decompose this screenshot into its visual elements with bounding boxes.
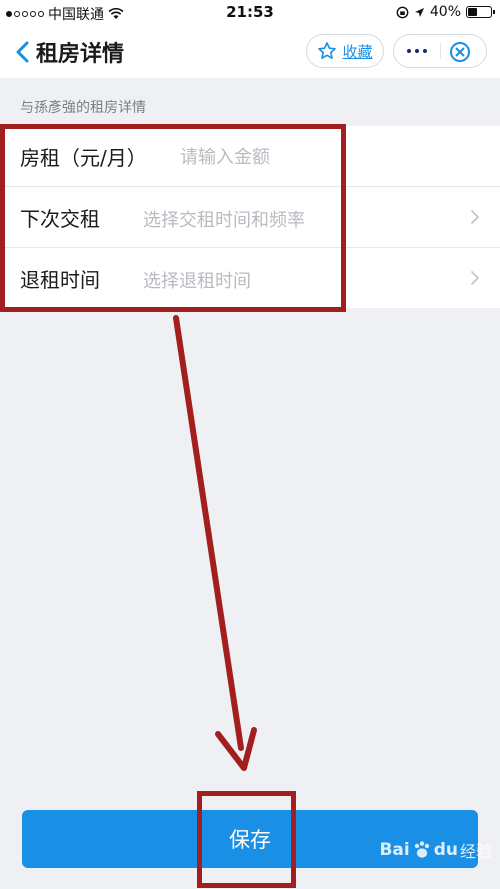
back-button[interactable]: 租房详情 <box>14 36 124 68</box>
star-outline-icon <box>318 42 337 59</box>
watermark-brand-mark: du <box>433 840 458 860</box>
next-payment-placeholder: 选择交租时间和频率 <box>143 210 305 231</box>
page-title: 租房详情 <box>36 42 125 67</box>
chevron-left-icon <box>16 41 29 63</box>
status-bar: 中国联通 21:53 40% <box>0 0 500 26</box>
favorite-label: 收藏 <box>342 42 373 61</box>
battery-icon <box>466 6 495 18</box>
next-payment-row[interactable]: 下次交租 选择交租时间和频率 <box>0 187 500 248</box>
baidu-jingyan-watermark: Bai du 经验 <box>379 838 492 862</box>
chevron-right-icon <box>471 210 479 224</box>
orientation-lock-icon <box>396 6 409 18</box>
battery-fill <box>468 8 477 16</box>
battery-percent: 40% <box>429 4 461 20</box>
next-payment-label: 下次交租 <box>20 207 100 231</box>
rent-amount-input[interactable] <box>178 140 482 174</box>
rental-detail-form: 房租（元/月） 下次交租 选择交租时间和频率 退租时间 选择退租时间 <box>0 126 500 308</box>
nav-bar: 租房详情 收藏 <box>0 26 500 78</box>
watermark-brand: Bai <box>379 840 410 860</box>
move-out-row[interactable]: 退租时间 选择退租时间 <box>0 248 500 308</box>
rent-row[interactable]: 房租（元/月） <box>0 126 500 187</box>
section-header: 与孫彥強的租房详情 <box>20 100 146 116</box>
rent-label: 房租（元/月） <box>20 146 147 170</box>
move-out-label: 退租时间 <box>20 268 100 292</box>
status-right: 40% <box>396 4 495 20</box>
more-dots-icon[interactable] <box>394 35 440 67</box>
paw-logo-icon <box>414 841 429 858</box>
move-out-placeholder: 选择退租时间 <box>143 271 251 292</box>
location-arrow-icon <box>414 7 424 17</box>
miniapp-close-icon[interactable] <box>448 40 472 64</box>
miniapp-capsule <box>393 34 487 68</box>
capsule-divider <box>440 43 441 59</box>
favorite-button[interactable]: 收藏 <box>306 34 384 68</box>
chevron-right-icon <box>471 271 479 285</box>
watermark-suffix: 经验 <box>459 842 492 861</box>
save-button-label: 保存 <box>229 828 271 852</box>
